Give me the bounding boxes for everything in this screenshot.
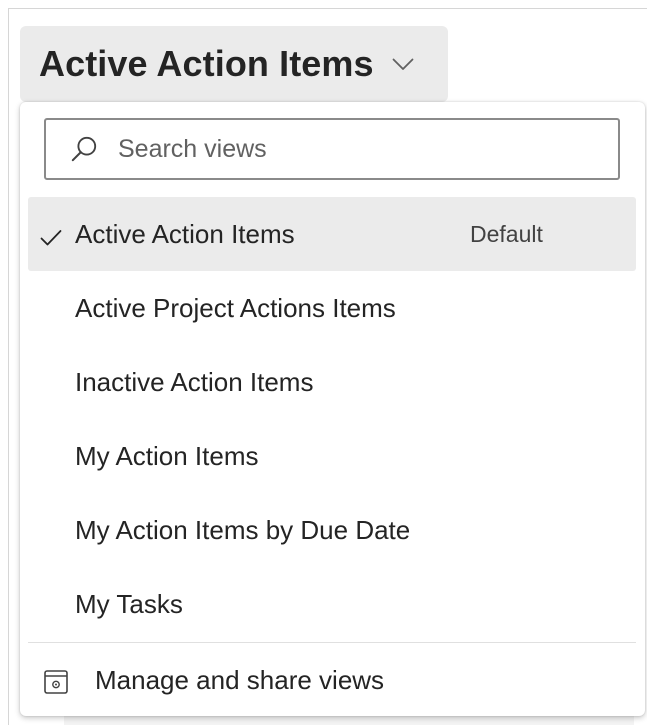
checkmark-icon — [40, 223, 62, 254]
view-item-label: Active Action Items — [75, 218, 295, 249]
manage-views-icon — [44, 670, 68, 699]
search-views-input[interactable]: Search views — [44, 118, 620, 180]
chevron-down-icon — [392, 58, 414, 71]
menu-divider — [28, 642, 636, 643]
view-item-active-project-actions-items[interactable]: Active Project Actions Items — [28, 271, 636, 345]
view-item-active-action-items[interactable]: Active Action Items Default — [28, 197, 636, 271]
view-item-label: Inactive Action Items — [75, 366, 314, 397]
search-views-placeholder: Search views — [118, 134, 267, 163]
view-selector-label: Active Action Items — [39, 43, 374, 84]
app-frame-left-border — [8, 8, 9, 725]
default-badge: Default — [470, 220, 543, 247]
view-item-my-action-items[interactable]: My Action Items — [28, 419, 636, 493]
view-item-label: My Action Items — [75, 440, 259, 471]
manage-and-share-views-label: Manage and share views — [95, 664, 385, 695]
view-item-label: Active Project Actions Items — [75, 292, 396, 323]
view-item-my-tasks[interactable]: My Tasks — [28, 567, 636, 641]
search-icon — [70, 135, 98, 163]
manage-and-share-views-button[interactable]: Manage and share views — [28, 650, 636, 710]
app-frame-top-border — [8, 8, 647, 9]
views-list: Active Action Items Default Active Proje… — [28, 197, 636, 641]
view-item-my-action-items-by-due-date[interactable]: My Action Items by Due Date — [28, 493, 636, 567]
view-item-inactive-action-items[interactable]: Inactive Action Items — [28, 345, 636, 419]
view-selector-button[interactable]: Active Action Items — [20, 26, 448, 102]
view-item-label: My Tasks — [75, 588, 183, 619]
view-item-label: My Action Items by Due Date — [75, 514, 411, 545]
views-dropdown-menu: Search views Active Action Items Default… — [20, 102, 645, 716]
